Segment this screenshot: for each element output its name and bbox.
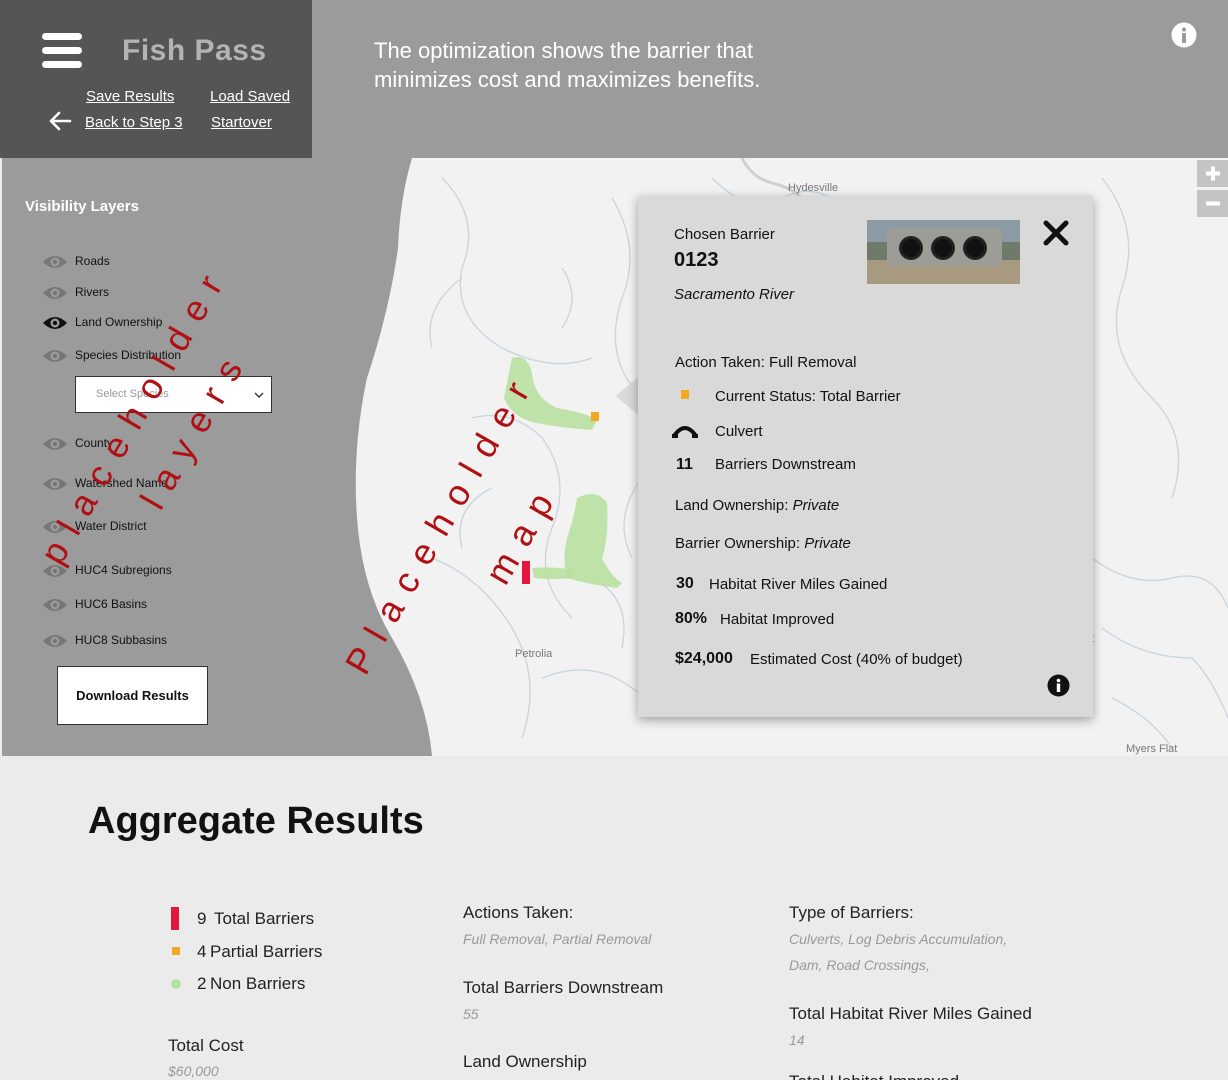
barrier-photo [867,220,1020,284]
legend-partial-count: 4 [197,942,207,961]
layer-label: Water District [75,519,147,533]
place-label: Myers Flat [1126,743,1178,755]
downstream-label: Barriers Downstream [715,456,856,473]
startover-link[interactable]: Startover [211,114,272,131]
barrier-id: 0123 [674,249,719,271]
eye-icon [43,599,67,611]
zoom-in-button[interactable] [1197,160,1228,187]
layers-title: Visibility Layers [25,198,139,215]
eye-icon [43,521,67,533]
barrier-types-value: Dam, Road Crossings, [789,957,930,973]
layer-label: Roads [75,254,110,268]
layer-label: Watershed Name [75,476,168,490]
menu-icon[interactable] [42,33,82,69]
layer-label: HUC8 Subbasins [75,633,168,647]
eye-icon [43,256,67,268]
layer-label: Land Ownership [75,315,163,329]
downstream-total-value: 55 [463,1006,479,1022]
eye-icon [43,478,67,490]
back-to-step-link[interactable]: Back to Step 3 [85,114,183,131]
legend-partial-label: Partial Barriers [210,942,323,961]
back-arrow-icon[interactable] [48,111,72,131]
barrier-ownership: Barrier Ownership: Private [675,535,851,552]
legend-partial-swatch [172,947,180,955]
barrier-type: Culvert [715,423,763,440]
save-results-link[interactable]: Save Results [86,88,174,105]
actions-label: Actions Taken: [463,903,574,922]
miles-total-label: Total Habitat River Miles Gained [789,1004,1032,1023]
app-title: Fish Pass [122,34,267,67]
river-name: Sacramento River [674,286,795,303]
layer-label: Rivers [75,285,110,299]
habitat-improved-value: 80% [675,610,708,627]
layer-label: County [75,436,114,450]
place-label: Petrolia [515,648,553,660]
minus-icon [1206,201,1220,206]
chevron-down-icon [254,392,264,398]
barrier-types-value: Culverts, Log Debris Accumulation, [789,931,1008,947]
miles-total-value: 14 [789,1032,805,1048]
eye-icon [43,317,67,329]
miles-gained-value: 30 [676,575,694,592]
total-cost-label: Total Cost [168,1036,244,1055]
estimated-cost-value: $24,000 [675,650,733,667]
legend-non-label: Non Barriers [210,974,306,993]
top-bar: Fish Pass Save Results Load Saved Back t… [0,0,1228,158]
partial-barrier-marker [591,412,599,421]
layer-label: Species Distribution [75,348,182,362]
species-select[interactable]: Select Species [75,376,272,413]
info-icon[interactable] [1171,22,1197,48]
optimization-description: The optimization shows the barrier that … [374,38,761,92]
eye-icon [43,438,67,450]
eye-icon [43,287,67,299]
popup-heading: Chosen Barrier [674,226,775,243]
estimated-cost-label: Estimated Cost (40% of budget) [750,651,963,668]
eye-icon [43,635,67,647]
layer-label: HUC4 Subregions [75,563,172,577]
downstream-total-label: Total Barriers Downstream [463,978,664,997]
visibility-layers-panel: Visibility Layers Roads Rivers Land Owne… [2,158,312,756]
legend-total-count: 9 [197,909,207,928]
status-swatch [681,390,689,399]
layer-label: HUC6 Basins [75,597,148,611]
habitat-improved-label: Habitat Improved [720,611,835,628]
miles-gained-label: Habitat River Miles Gained [709,576,888,593]
habitat-total-label: Total Habitat Improved [789,1072,959,1080]
land-ownership-label: Land Ownership [463,1052,587,1071]
info-icon[interactable] [1047,674,1070,697]
eye-icon [43,350,67,362]
brand-panel: Fish Pass Save Results Load Saved Back t… [0,0,312,158]
plus-icon [1206,166,1220,181]
legend-non-count: 2 [197,974,207,993]
legend-total-swatch [171,907,179,930]
aggregate-title: Aggregate Results [88,800,424,842]
barrier-popup [638,196,1093,717]
current-status: Current Status: Total Barrier [715,388,901,405]
zoom-out-button[interactable] [1197,190,1228,217]
eye-icon [43,565,67,577]
species-placeholder: Select Species [96,388,169,400]
legend-non-swatch [171,979,181,989]
total-barrier-marker [522,561,530,584]
actions-value: Full Removal, Partial Removal [463,931,652,947]
legend-total-label: Total Barriers [214,909,315,928]
place-label: Hydesville [788,182,839,194]
action-taken: Action Taken: Full Removal [675,354,857,371]
popup-pointer [616,376,639,416]
total-cost-value: $60,000 [168,1063,219,1079]
land-ownership: Land Ownership: Private [675,497,840,514]
downstream-count: 11 [676,456,693,473]
culvert-icon [672,426,698,438]
download-results-button[interactable]: Download Results [57,666,208,725]
barrier-types-label: Type of Barriers: [789,903,914,922]
load-saved-link[interactable]: Load Saved [210,88,290,105]
close-icon[interactable] [1042,219,1070,247]
